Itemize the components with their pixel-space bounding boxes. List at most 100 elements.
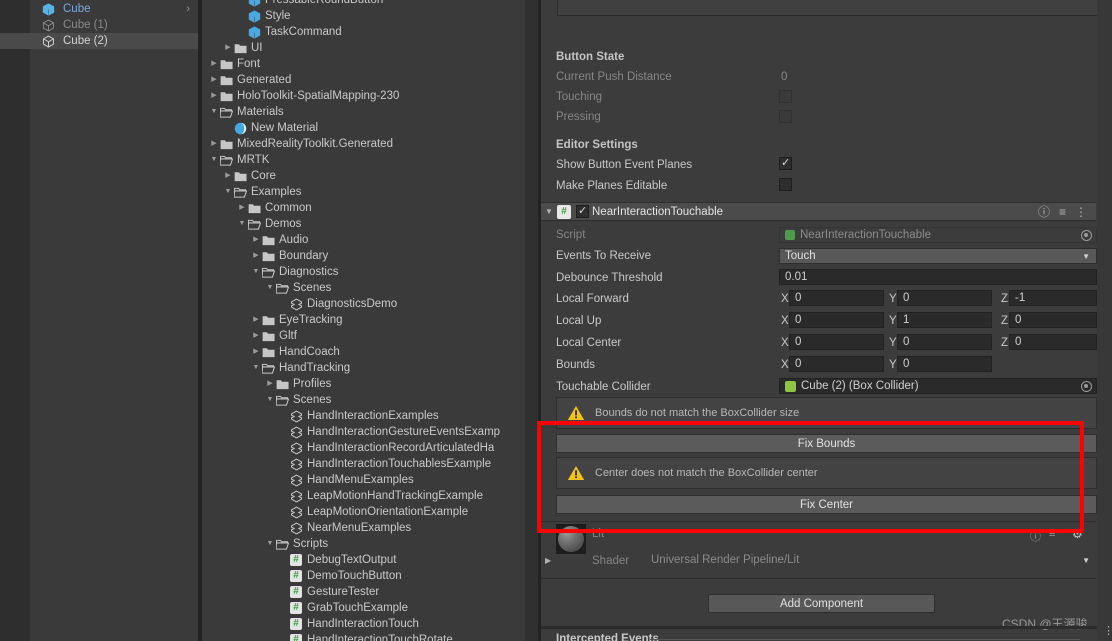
chevron-down-icon[interactable]: ▼	[264, 280, 276, 296]
project-item[interactable]: ▶ Font	[202, 56, 538, 72]
project-item[interactable]: ▶ UI	[202, 40, 538, 56]
object-picker-icon[interactable]	[1081, 380, 1092, 392]
project-item[interactable]: ▶ Generated	[202, 72, 538, 88]
local-forward-y-input[interactable]: 0	[897, 290, 992, 306]
project-item[interactable]: ▼ HandTracking	[202, 360, 538, 376]
project-item[interactable]: ▼ Demos	[202, 216, 538, 232]
project-item[interactable]: ▶ MixedRealityToolkit.Generated	[202, 136, 538, 152]
local-center-z-input[interactable]: 0	[1009, 334, 1097, 350]
chevron-right-icon[interactable]: ▶	[208, 136, 220, 152]
project-item[interactable]: LeapMotionHandTrackingExample	[202, 488, 538, 504]
project-scrollbar-track[interactable]	[525, 0, 1061, 641]
project-item[interactable]: # GrabTouchExample	[202, 600, 538, 616]
chevron-down-icon[interactable]: ▼	[264, 536, 276, 552]
chevron-right-icon[interactable]: ▶	[250, 232, 262, 248]
chevron-down-icon[interactable]: ▼	[236, 216, 248, 232]
make-planes-editable-checkbox[interactable]	[779, 178, 792, 191]
project-item[interactable]: ▼ Materials	[202, 104, 538, 120]
touchable-collider-field[interactable]: Cube (2) (Box Collider)	[779, 378, 1097, 394]
project-item[interactable]: ▼ MRTK	[202, 152, 538, 168]
local-up-z-input[interactable]: 0	[1009, 312, 1097, 328]
fix-center-button[interactable]: Fix Center	[556, 495, 1097, 514]
chevron-down-icon[interactable]: ▼	[208, 152, 220, 168]
project-item[interactable]: DiagnosticsDemo	[202, 296, 538, 312]
project-item[interactable]: NearMenuExamples	[202, 520, 538, 536]
component-enabled-checkbox[interactable]	[576, 204, 589, 218]
project-item[interactable]: HandInteractionGestureEventsExamp	[202, 424, 538, 440]
chevron-right-icon[interactable]: ▶	[250, 344, 262, 360]
project-item[interactable]: ▶ Audio	[202, 232, 538, 248]
object-picker-icon[interactable]	[1081, 229, 1092, 241]
gear-icon[interactable]: ⚙	[1072, 527, 1083, 541]
local-center-y-input[interactable]: 0	[897, 334, 992, 350]
material-foldout-icon[interactable]: ▶	[545, 556, 551, 565]
help-icon[interactable]: ⓘ	[1038, 203, 1050, 220]
project-item[interactable]: PressableRoundButton	[202, 0, 538, 8]
preset-icon[interactable]: ≡	[1059, 205, 1066, 219]
events-to-receive-dropdown[interactable]: Touch ▼	[779, 248, 1097, 264]
local-forward-x-input[interactable]: 0	[789, 290, 884, 306]
project-item[interactable]: HandMenuExamples	[202, 472, 538, 488]
chevron-down-icon[interactable]: ▼	[264, 392, 276, 408]
project-item[interactable]: ▶ HoloToolkit-SpatialMapping-230	[202, 88, 538, 104]
project-item[interactable]: # GestureTester	[202, 584, 538, 600]
project-item[interactable]: # DebugTextOutput	[202, 552, 538, 568]
material-preview-thumbnail[interactable]	[556, 524, 586, 554]
bounds-y-input[interactable]: 0	[897, 356, 992, 372]
shader-dropdown[interactable]: Universal Render Pipeline/Lit ▼	[645, 552, 1097, 568]
show-button-event-planes-checkbox[interactable]	[779, 156, 792, 170]
project-item[interactable]: ▶ HandCoach	[202, 344, 538, 360]
project-item[interactable]: New Material	[202, 120, 538, 136]
help-icon[interactable]: ⓘ	[1030, 528, 1041, 544]
chevron-right-icon[interactable]: ▶	[264, 376, 276, 392]
chevron-down-icon[interactable]: ▼	[208, 104, 220, 120]
project-item[interactable]: ▼ Examples	[202, 184, 538, 200]
project-item[interactable]: ▶ Profiles	[202, 376, 538, 392]
kebab-menu-icon[interactable]: ⋮	[1103, 626, 1112, 637]
project-item[interactable]: ▶ Gltf	[202, 328, 538, 344]
chevron-right-icon[interactable]: ▶	[222, 168, 234, 184]
project-item[interactable]: ▼ Scenes	[202, 280, 538, 296]
project-item[interactable]: HandInteractionExamples	[202, 408, 538, 424]
chevron-down-icon[interactable]: ▼	[250, 264, 262, 280]
bounds-x-input[interactable]: 0	[789, 356, 884, 372]
project-item[interactable]: ▼ Scenes	[202, 392, 538, 408]
chevron-right-icon[interactable]: ▶	[208, 72, 220, 88]
project-item[interactable]: HandInteractionRecordArticulatedHa	[202, 440, 538, 456]
project-item[interactable]: # HandInteractionTouch	[202, 616, 538, 632]
chevron-right-icon[interactable]: ▶	[250, 312, 262, 328]
add-component-button[interactable]: Add Component	[708, 594, 935, 613]
fix-bounds-button[interactable]: Fix Bounds	[556, 434, 1097, 453]
preset-icon[interactable]: ≡	[1049, 528, 1055, 544]
chevron-right-icon[interactable]: ▶	[222, 40, 234, 56]
chevron-down-icon[interactable]: ▼	[541, 207, 557, 216]
local-forward-z-input[interactable]: -1	[1009, 290, 1097, 306]
project-item[interactable]: ▶ Boundary	[202, 248, 538, 264]
project-item[interactable]: Style	[202, 8, 538, 24]
near-interaction-touchable-header[interactable]: ▼ # NearInteractionTouchable ⓘ ≡ ⋮	[541, 202, 1096, 221]
chevron-right-icon[interactable]: ▶	[236, 200, 248, 216]
hierarchy-item-cube-1[interactable]: Cube (1)	[0, 17, 198, 33]
project-item[interactable]: ▼ Diagnostics	[202, 264, 538, 280]
hierarchy-item-cube-2[interactable]: Cube (2)	[0, 33, 198, 49]
project-item[interactable]: LeapMotionOrientationExample	[202, 504, 538, 520]
project-item[interactable]: ▶ Common	[202, 200, 538, 216]
project-item[interactable]: TaskCommand	[202, 24, 538, 40]
chevron-right-icon[interactable]: ▶	[250, 328, 262, 344]
chevron-right-icon[interactable]: ▶	[208, 88, 220, 104]
inspector-scrollbar-track[interactable]	[1097, 0, 1112, 641]
chevron-right-icon[interactable]: ▶	[250, 248, 262, 264]
chevron-down-icon[interactable]: ▼	[250, 360, 262, 376]
local-up-y-input[interactable]: 1	[897, 312, 992, 328]
debounce-threshold-input[interactable]: 0.01	[779, 269, 1097, 285]
project-item[interactable]: # HandInteractionTouchRotate	[202, 632, 538, 641]
hierarchy-item-cube[interactable]: Cube ›	[0, 1, 198, 17]
chevron-right-icon[interactable]: ▶	[208, 56, 220, 72]
project-item[interactable]: ▶ Core	[202, 168, 538, 184]
project-item[interactable]: ▶ EyeTracking	[202, 312, 538, 328]
material-header-icons[interactable]: ⓘ ≡	[1030, 528, 1055, 544]
local-up-x-input[interactable]: 0	[789, 312, 884, 328]
chevron-down-icon[interactable]: ▼	[222, 184, 234, 200]
kebab-menu-icon[interactable]: ⋮	[1075, 206, 1087, 218]
project-item[interactable]: ▼ Scripts	[202, 536, 538, 552]
